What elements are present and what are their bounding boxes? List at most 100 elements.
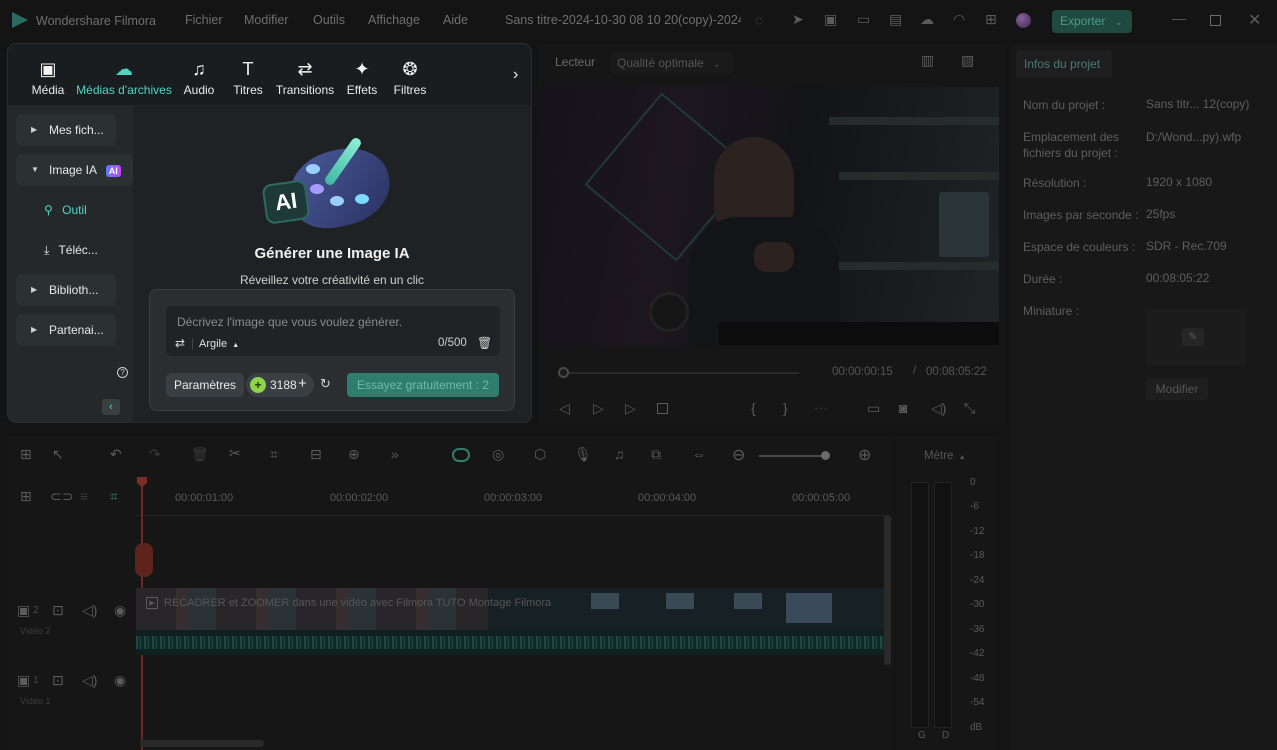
refresh-icon[interactable]: ↻ — [320, 376, 331, 392]
snap-icon[interactable]: ⌗ — [110, 488, 118, 505]
vertical-scrollbar[interactable] — [884, 515, 891, 665]
shield-mark-icon[interactable]: ⬡ — [534, 446, 546, 463]
microphone-icon[interactable]: 🎙 — [574, 446, 592, 463]
tab-effects[interactable]: ✦ Effets — [344, 58, 380, 97]
tab-transitions[interactable]: ⇄ Transitions — [274, 58, 336, 97]
settings-button[interactable]: Paramètres — [166, 373, 244, 397]
audio-waveform[interactable] — [136, 630, 884, 655]
link-icon[interactable]: ⊂⊃ — [50, 488, 73, 505]
speaker-icon[interactable]: ◁) — [82, 672, 97, 689]
avatar[interactable] — [1016, 13, 1031, 28]
layout-icon[interactable]: ▭ — [857, 11, 870, 28]
tab-filters[interactable]: ❂ Filtres — [392, 58, 428, 97]
grid-apps-icon[interactable]: ⊞ — [985, 11, 997, 28]
compare-view-icon[interactable]: ▥ — [921, 52, 934, 69]
zoom-target-icon[interactable]: ⊕ — [348, 446, 360, 463]
progress-handle[interactable] — [558, 367, 569, 378]
tab-project-info[interactable]: Infos du projet — [1016, 50, 1112, 78]
zoom-out-icon[interactable]: ⊖ — [732, 445, 745, 465]
zoom-slider-handle[interactable] — [821, 451, 830, 460]
split-icon[interactable]: ⋯ — [814, 400, 828, 417]
eye-icon[interactable]: ◉ — [114, 602, 126, 619]
try-free-button[interactable]: Essayez gratuitement : 2 — [347, 373, 499, 397]
video-clip[interactable]: ▶ RECADRER et ZOOMER dans une vidéo avec… — [136, 588, 884, 630]
sidebar-item-partners[interactable]: ▶ Partenai... — [16, 314, 116, 346]
horizontal-scrollbar[interactable] — [140, 740, 264, 747]
modify-button[interactable]: Modifier — [1146, 378, 1208, 400]
display-icon[interactable]: ▭ — [867, 400, 880, 417]
menu-aide[interactable]: Aide — [443, 13, 468, 27]
export-button[interactable]: Exporter ⌄ — [1052, 10, 1132, 33]
add-credits-icon[interactable]: + — [298, 375, 307, 392]
help-icon[interactable]: ? — [117, 367, 128, 378]
track-list-icon[interactable]: ≡ — [80, 488, 88, 504]
shuffle-icon[interactable]: ⇄ — [175, 336, 185, 350]
menu-outils[interactable]: Outils — [313, 13, 345, 27]
trash-icon[interactable]: 🗑 — [477, 336, 492, 350]
chevron-right-icon[interactable]: › — [513, 66, 518, 84]
tab-audio[interactable]: ♫ Audio — [180, 58, 218, 97]
volume-icon[interactable]: ◁) — [931, 400, 946, 417]
crop-icon[interactable]: ⌗ — [270, 446, 278, 463]
check-circle-icon[interactable]: ◌ — [755, 12, 763, 28]
mark-in-icon[interactable]: { — [751, 400, 756, 416]
music-edit-icon[interactable]: ♫ — [614, 446, 625, 462]
render-icon[interactable]: ◎ — [492, 446, 504, 463]
player-tab[interactable]: Lecteur — [555, 55, 595, 69]
more-icon[interactable]: » — [391, 446, 399, 462]
fit-timeline-icon[interactable]: ⇔ — [692, 446, 706, 462]
video-preview[interactable] — [539, 87, 999, 345]
zoom-in-icon[interactable]: ⊕ — [858, 445, 871, 465]
quality-dropdown[interactable]: Qualité optimale ⌄ — [611, 52, 733, 74]
progress-track[interactable] — [569, 372, 799, 374]
send-icon[interactable]: ➤ — [792, 11, 804, 28]
zoom-slider-track[interactable] — [759, 455, 829, 457]
tab-titles[interactable]: T Titres — [230, 58, 266, 97]
edit-thumbnail-icon[interactable]: ✎ — [1182, 328, 1204, 346]
scissors-icon[interactable]: ✂ — [229, 445, 241, 462]
snapshot-image-icon[interactable]: ▨ — [961, 52, 974, 69]
stop-icon[interactable] — [657, 403, 668, 414]
fullscreen-icon[interactable]: ⤡ — [964, 400, 975, 417]
mark-out-icon[interactable]: } — [783, 400, 788, 416]
collapse-sidebar-icon[interactable]: ‹ — [102, 399, 120, 415]
menu-affichage[interactable]: Affichage — [368, 13, 420, 27]
credits-pill[interactable]: + 3188 + — [246, 373, 314, 397]
undo-icon[interactable]: ↶ — [110, 446, 122, 463]
sidebar-item-download[interactable]: ⤓ Téléc... — [44, 243, 98, 258]
sidebar-item-my-files[interactable]: ▶ Mes fich... — [16, 114, 116, 146]
eye-icon[interactable]: ◉ — [114, 672, 126, 689]
headset-icon[interactable]: ◠ — [953, 11, 965, 28]
meter-title-button[interactable]: Mètre ▲ — [924, 450, 966, 462]
play-icon[interactable]: ▷ — [625, 400, 636, 417]
menu-modifier[interactable]: Modifier — [244, 13, 288, 27]
playhead-marker[interactable] — [135, 543, 153, 577]
lock-icon[interactable]: ⊡ — [52, 602, 64, 619]
sidebar-item-tool[interactable]: ⚲ Outil — [44, 203, 87, 217]
next-frame-icon[interactable]: ▷ — [593, 400, 604, 417]
sidebar-item-library[interactable]: ▶ Biblioth... — [16, 274, 116, 306]
camera-icon[interactable]: ◙ — [899, 400, 907, 416]
style-dropdown[interactable]: Argile ▲ — [192, 338, 239, 350]
delete-icon[interactable]: 🗑 — [191, 446, 209, 463]
sidebar-item-ai-image[interactable]: ▼ Image IA AI — [16, 154, 133, 186]
tab-media[interactable]: ▣ Média — [28, 58, 68, 97]
select-tool-icon[interactable]: ↖ — [52, 446, 64, 463]
save-icon[interactable]: ▤ — [889, 11, 902, 28]
audio-detach-icon[interactable]: ⊟ — [310, 446, 322, 463]
clip-effect-icon[interactable]: ⧉ — [651, 446, 661, 463]
speaker-icon[interactable]: ◁) — [82, 602, 97, 619]
add-track-icon[interactable]: ⊞ — [20, 488, 32, 505]
lock-icon[interactable]: ⊡ — [52, 672, 64, 689]
template-icon[interactable]: ▣ — [824, 11, 837, 28]
menu-fichier[interactable]: Fichier — [185, 13, 223, 27]
tab-stock-media[interactable]: ☁ Médias d'archives — [74, 58, 174, 97]
prompt-input[interactable]: Décrivez l'image que vous voulez générer… — [166, 306, 500, 356]
magnet-toggle-icon[interactable] — [452, 448, 470, 462]
maximize-icon[interactable] — [1210, 15, 1221, 26]
cloud-upload-icon[interactable]: ☁ — [920, 11, 934, 28]
previous-frame-icon[interactable]: ◁ — [559, 400, 570, 417]
redo-icon[interactable]: ↷ — [149, 446, 161, 463]
layout-grid-icon[interactable]: ⊞ — [20, 446, 32, 463]
minimize-icon[interactable]: — — [1172, 10, 1186, 26]
